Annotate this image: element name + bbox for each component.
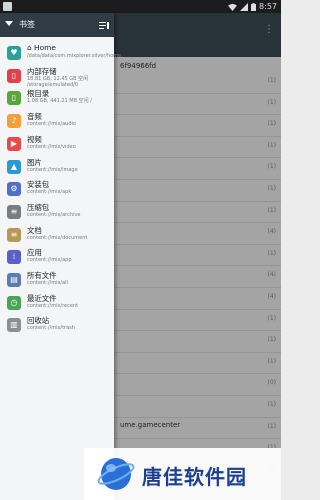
signal-icon xyxy=(240,2,249,11)
drawer-item-path: content://mix/document xyxy=(27,234,88,241)
drawer-item-path: content://mix/all xyxy=(27,280,68,286)
phone-storage-icon: ▯ xyxy=(7,68,21,83)
recent-icon: ◷ xyxy=(7,295,21,310)
drawer-item[interactable]: ▶ 视频 content://mix/video xyxy=(0,133,114,155)
root-icon: ▯ xyxy=(7,91,21,106)
drawer-item[interactable]: ▯ 内部存储 18.81 GB, 12.45 GB 空闲 /storage/emul… xyxy=(0,65,114,88)
android-icon: ⚙ xyxy=(7,182,21,197)
all-files-icon: ▤ xyxy=(7,273,21,287)
drawer-item[interactable]: ≡ 文档 content://mix/document xyxy=(0,224,114,246)
drawer-item-path: content://mix/app xyxy=(27,257,72,264)
drawer-item[interactable]: ▥ 回收站 content://mix/trash xyxy=(0,314,114,336)
drawer-header: 书签 xyxy=(0,13,114,37)
home-icon: ♥ xyxy=(7,46,21,60)
drawer-item-path: content://mix/audio xyxy=(27,121,76,128)
drawer-item-path: content://mix/archive xyxy=(27,211,81,218)
drawer-item-path: content://mix/trash xyxy=(27,325,75,332)
image-icon: ▲ xyxy=(7,159,21,174)
drawer-item[interactable]: ≡ 压缩包 content://mix/archive xyxy=(0,201,114,223)
drawer-item-path: 18.81 GB, 12.45 GB 空闲 /storage/emulated/… xyxy=(27,75,89,88)
drawer-item[interactable]: ◷ 最近文件 content://mix/recent xyxy=(0,292,114,314)
drawer-item-path: content://mix/apk xyxy=(27,189,72,196)
drawer-item[interactable]: ⁞ 应用 content://mix/app xyxy=(0,246,114,268)
drawer-item-path: /data/data/com.mixplorer.silver/home xyxy=(27,53,122,59)
drawer-item-path: 1.08 GB, 441.21 MB 空闲 / xyxy=(27,98,92,105)
watermark-logo-icon xyxy=(97,458,135,490)
drawer-item-path: content://mix/video xyxy=(27,143,76,150)
watermark-text: 唐佳软件园 xyxy=(142,465,247,489)
edit-bookmarks-icon[interactable] xyxy=(99,20,109,30)
drawer-item[interactable]: ♪ 音频 content://mix/audio xyxy=(0,110,114,132)
status-time: 8:57 xyxy=(259,2,277,11)
document-icon: ≡ xyxy=(7,227,21,242)
drawer-item[interactable]: ⚙ 安装包 content://mix/apk xyxy=(0,178,114,200)
drawer-item[interactable]: ▤ 所有文件 content://mix/all xyxy=(0,269,114,291)
archive-icon: ≡ xyxy=(7,204,21,219)
wifi-icon xyxy=(228,3,237,11)
trash-icon: ▥ xyxy=(7,318,21,333)
notification-icon xyxy=(3,2,12,11)
drawer-item-path: content://mix/recent xyxy=(27,302,79,309)
drawer-item[interactable]: ▲ 图片 content://mix/image xyxy=(0,156,114,178)
drawer-item[interactable]: ♥ ⌂ Home/data/data/com.mixplorer.silver/h… xyxy=(0,42,121,64)
bookmarks-drawer: 书签 ♥ ⌂ Home/data/data/com.mixplorer.silve… xyxy=(0,13,121,500)
watermark: 唐佳软件园 xyxy=(84,448,281,500)
drawer-item-label: ⌂ Home xyxy=(27,43,56,52)
apps-icon: ⁞ xyxy=(7,250,21,265)
video-icon: ▶ xyxy=(7,136,21,151)
music-icon: ♪ xyxy=(7,114,21,129)
drawer-item-path: content://mix/image xyxy=(27,166,78,173)
drawer-title: 书签 xyxy=(19,20,35,29)
drawer-item[interactable]: ▯ 根目录 1.08 GB, 441.21 MB 空闲 / xyxy=(0,87,114,109)
battery-icon xyxy=(251,2,257,11)
dropdown-arrow-icon[interactable] xyxy=(5,21,13,26)
status-bar: 8:57 xyxy=(0,0,281,13)
